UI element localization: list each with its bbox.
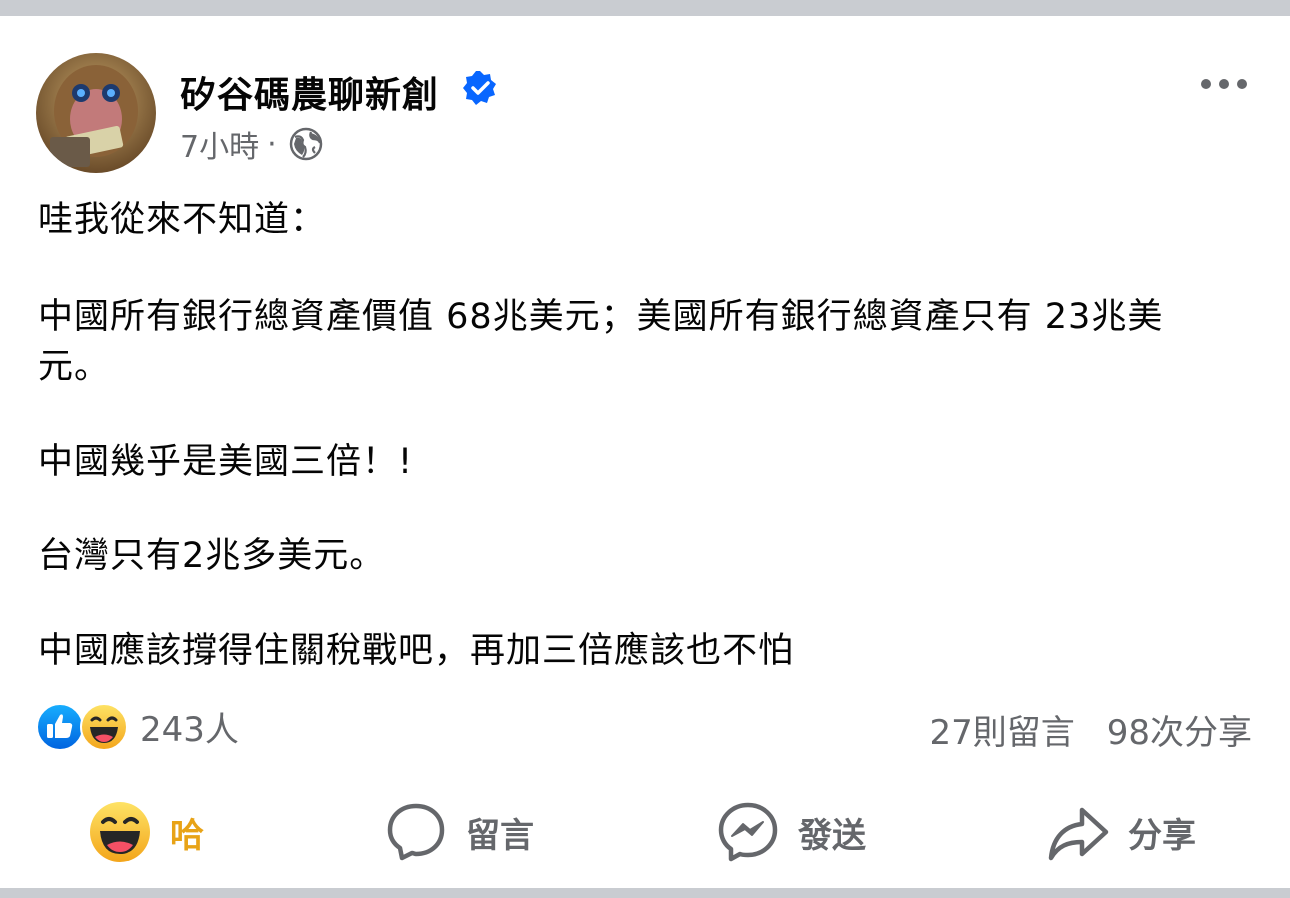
send-button[interactable]: 發送 xyxy=(716,800,866,864)
more-options-icon[interactable] xyxy=(1196,70,1252,98)
top-divider xyxy=(0,0,1290,16)
comment-bubble-icon xyxy=(387,803,445,861)
messenger-icon xyxy=(718,802,778,862)
haha-reaction-icon xyxy=(80,702,128,751)
comment-count[interactable]: 27則留言 xyxy=(929,705,1074,754)
send-label: 發送 xyxy=(798,815,866,856)
meta-separator: · xyxy=(267,126,277,162)
post-text-line: 中國應該撐得住關稅戰吧，再加三倍應該也不怕 xyxy=(38,631,795,671)
share-label: 分享 xyxy=(1128,815,1196,856)
post-text-line: 中國所有銀行總資產價值 68兆美元；美國所有銀行總資產只有 23兆美 xyxy=(38,297,1164,337)
post-text-line: 哇我從來不知道： xyxy=(38,200,327,240)
share-count[interactable]: 98次分享 xyxy=(1107,705,1252,754)
post-text-line: 中國幾乎是美國三倍！! xyxy=(38,442,414,482)
haha-label: 哈 xyxy=(170,815,204,856)
share-button[interactable]: 分享 xyxy=(1046,800,1196,864)
post-meta: 7小時 · xyxy=(180,122,323,166)
post-text-line: 台灣只有2兆多美元。 xyxy=(38,536,386,576)
comment-button[interactable]: 留言 xyxy=(384,800,534,864)
haha-button[interactable]: 哈 xyxy=(88,800,204,864)
engagement-counts: 27則留言 98次分享 xyxy=(929,705,1252,754)
reactions-summary[interactable]: 243人 xyxy=(36,702,239,751)
reaction-count: 243人 xyxy=(140,710,239,750)
post-text-line: 元。 xyxy=(38,347,111,387)
like-reaction-icon xyxy=(36,702,84,751)
globe-icon xyxy=(289,127,322,161)
haha-reaction-icon xyxy=(90,802,150,862)
avatar[interactable] xyxy=(36,53,156,173)
share-arrow-icon xyxy=(1048,807,1109,861)
bottom-divider xyxy=(0,888,1290,898)
verified-badge-icon xyxy=(463,71,496,105)
comment-label: 留言 xyxy=(466,815,534,856)
page-name[interactable]: 矽谷碼農聊新創 xyxy=(180,66,439,118)
timestamp[interactable]: 7小時 xyxy=(180,122,259,166)
